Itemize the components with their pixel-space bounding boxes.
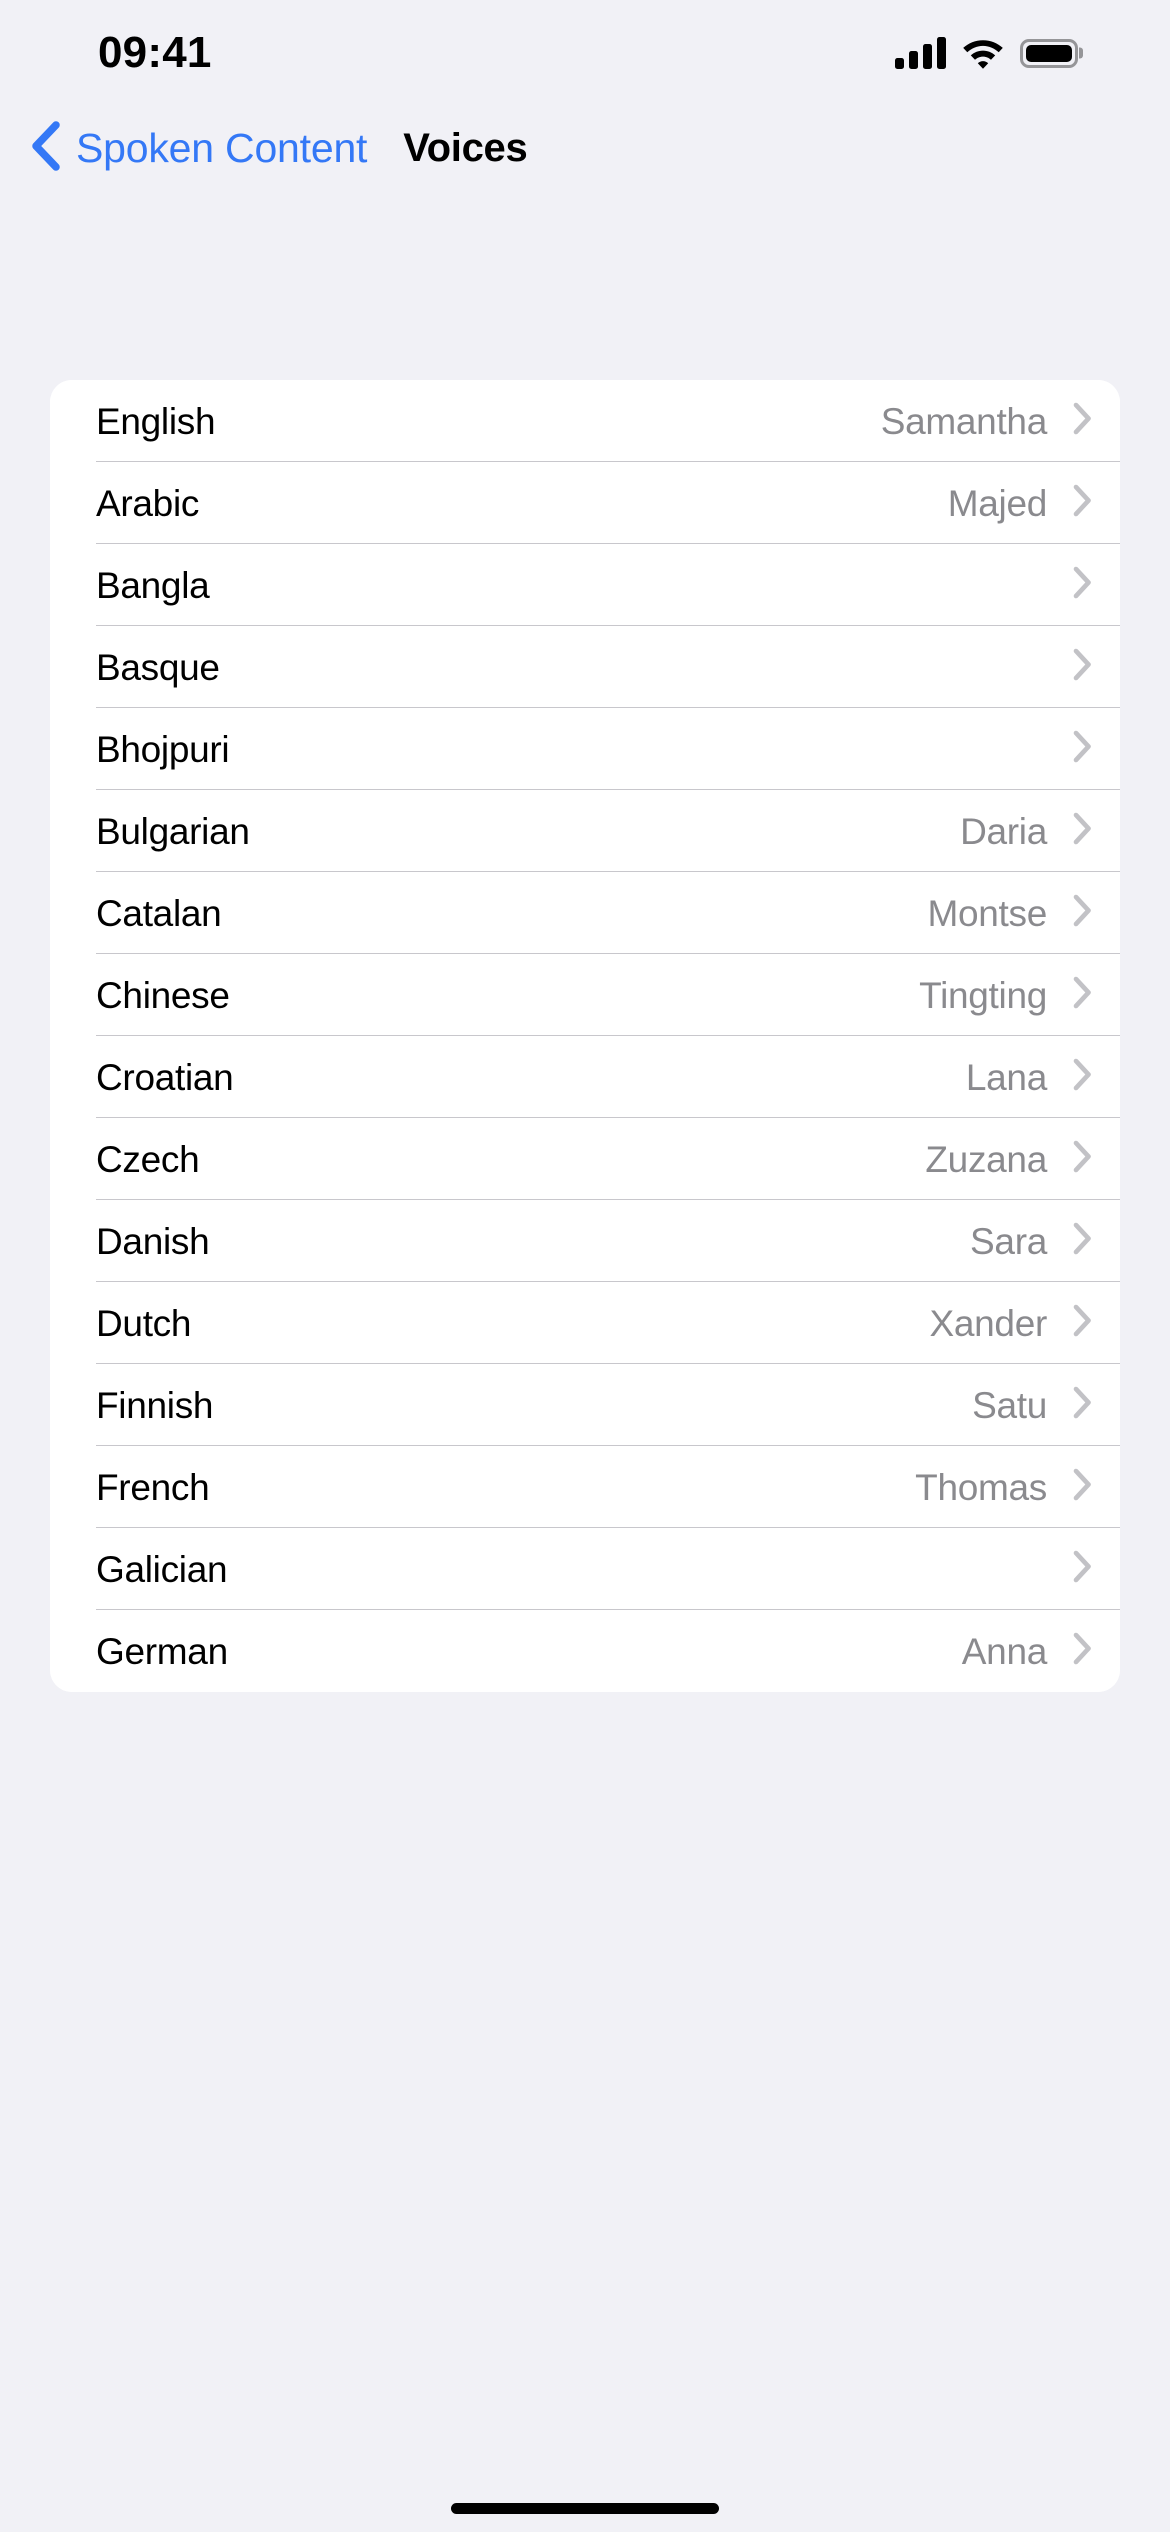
row-voice-value: Satu [972,1384,1047,1426]
navigation-bar: Spoken Content Voices [0,100,1170,196]
chevron-right-icon [1073,648,1092,686]
table-row[interactable]: German Anna [50,1610,1120,1692]
row-language-label: Catalan [96,892,222,934]
chevron-left-icon [28,120,62,176]
row-voice-value: Tingting [919,974,1047,1016]
table-row[interactable]: Danish Sara [50,1200,1120,1282]
table-row[interactable]: Galician [50,1528,1120,1610]
row-language-label: Bangla [96,564,210,606]
row-language-label: Finnish [96,1384,214,1426]
table-row[interactable]: Basque [50,626,1120,708]
row-voice-value: Sara [970,1220,1047,1262]
row-language-label: English [96,400,216,442]
chevron-right-icon [1073,1058,1092,1096]
row-voice-value: Zuzana [925,1138,1047,1180]
chevron-right-icon [1073,1632,1092,1670]
chevron-right-icon [1073,1140,1092,1178]
cellular-signal-icon [895,37,946,69]
chevron-right-icon [1073,484,1092,522]
table-row[interactable]: English Samantha [50,380,1120,462]
battery-full-icon [1020,38,1078,68]
row-language-label: French [96,1466,210,1508]
chevron-right-icon [1073,1386,1092,1424]
chevron-right-icon [1073,812,1092,850]
table-row[interactable]: Finnish Satu [50,1364,1120,1446]
chevron-right-icon [1073,1304,1092,1342]
row-language-label: Croatian [96,1056,234,1098]
chevron-right-icon [1073,566,1092,604]
row-language-label: German [96,1630,228,1672]
status-bar-icons [895,37,1078,69]
row-voice-value: Anna [961,1630,1048,1672]
row-language-label: Bulgarian [96,810,250,852]
row-language-label: Bhojpuri [96,728,230,770]
chevron-right-icon [1073,1468,1092,1506]
row-language-label: Galician [96,1548,228,1590]
table-row[interactable]: Bhojpuri [50,708,1120,790]
status-bar: 09:41 [0,0,1170,100]
row-voice-value: Thomas [915,1466,1047,1508]
table-row[interactable]: Catalan Montse [50,872,1120,954]
back-button[interactable]: Spoken Content [28,120,368,176]
page-title: Voices [403,126,528,170]
status-bar-clock: 09:41 [98,28,212,77]
row-language-label: Danish [96,1220,210,1262]
wifi-icon [962,37,1004,69]
table-row[interactable]: Croatian Lana [50,1036,1120,1118]
chevron-right-icon [1073,1222,1092,1260]
table-row[interactable]: Bulgarian Daria [50,790,1120,872]
table-row[interactable]: Arabic Majed [50,462,1120,544]
chevron-right-icon [1073,730,1092,768]
voices-list: English Samantha Arabic Majed Bangla Basque Bh… [50,380,1120,1692]
chevron-right-icon [1073,894,1092,932]
chevron-right-icon [1073,1550,1092,1588]
table-row[interactable]: Bangla [50,544,1120,626]
row-voice-value: Majed [947,482,1048,524]
chevron-right-icon [1073,402,1092,440]
table-row[interactable]: Chinese Tingting [50,954,1120,1036]
iphone-screen: 09:41 Spoken Content Voices English Sama… [0,0,1170,2532]
battery-fill [1026,44,1072,62]
row-language-label: Chinese [96,974,230,1016]
row-language-label: Czech [96,1138,200,1180]
row-voice-value: Xander [929,1302,1047,1344]
row-voice-value: Samantha [880,400,1048,442]
row-language-label: Dutch [96,1302,192,1344]
row-language-label: Arabic [96,482,200,524]
chevron-right-icon [1073,976,1092,1014]
table-row[interactable]: Czech Zuzana [50,1118,1120,1200]
home-indicator[interactable] [451,2503,719,2514]
row-language-label: Basque [96,646,220,688]
back-button-label: Spoken Content [76,124,368,171]
table-row[interactable]: Dutch Xander [50,1282,1120,1364]
row-voice-value: Lana [965,1056,1047,1098]
table-row[interactable]: French Thomas [50,1446,1120,1528]
row-voice-value: Daria [960,810,1047,852]
row-voice-value: Montse [927,892,1047,934]
